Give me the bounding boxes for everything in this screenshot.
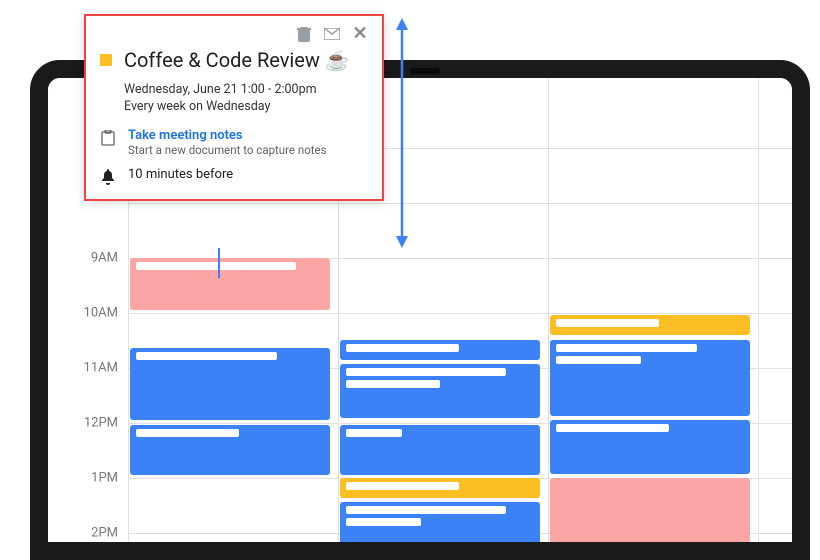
calendar-event[interactable]	[550, 478, 750, 558]
reminder-text: 10 minutes before	[128, 167, 233, 182]
event-title: Coffee & Code Review ☕	[124, 48, 350, 72]
calendar-event[interactable]	[340, 340, 540, 360]
event-detail-popup: ✕ Coffee & Code Review ☕ Wednesday, June…	[84, 14, 384, 201]
calendar-event[interactable]	[130, 348, 330, 420]
time-label: 2PM	[91, 526, 118, 541]
calendar-event[interactable]	[340, 502, 540, 556]
event-color-chip	[100, 54, 112, 66]
take-notes-sub: Start a new document to capture notes	[128, 143, 327, 157]
bell-icon	[100, 169, 116, 185]
time-label: 11AM	[84, 361, 118, 376]
time-label: 1PM	[91, 471, 118, 486]
delete-icon[interactable]	[296, 26, 312, 42]
event-datetime: Wednesday, June 21 1:00 - 2:00pm	[124, 82, 368, 97]
tablet-camera	[410, 68, 440, 74]
calendar-event[interactable]	[340, 478, 540, 498]
take-notes-link[interactable]: Take meeting notes	[128, 128, 327, 143]
calendar-event[interactable]	[550, 340, 750, 416]
resize-indicator-arrow	[392, 18, 412, 248]
reminder-row: 10 minutes before	[100, 167, 368, 185]
calendar-event[interactable]	[340, 364, 540, 418]
clipboard-icon	[100, 130, 116, 146]
event-recurrence: Every week on Wednesday	[124, 99, 368, 114]
calendar-event[interactable]	[130, 425, 330, 475]
time-label: 10AM	[84, 306, 118, 321]
calendar-event[interactable]	[130, 258, 330, 310]
email-icon[interactable]	[324, 26, 340, 42]
popup-title-row: Coffee & Code Review ☕	[100, 48, 368, 72]
close-icon[interactable]: ✕	[352, 26, 368, 42]
notes-row[interactable]: Take meeting notes Start a new document …	[100, 128, 368, 157]
popup-action-bar: ✕	[100, 26, 368, 42]
calendar-event[interactable]	[550, 315, 750, 335]
popup-connector	[218, 248, 220, 278]
calendar-event[interactable]	[340, 425, 540, 475]
calendar-event[interactable]	[550, 420, 750, 474]
time-label: 9AM	[88, 252, 118, 265]
time-label: 12PM	[84, 416, 118, 431]
